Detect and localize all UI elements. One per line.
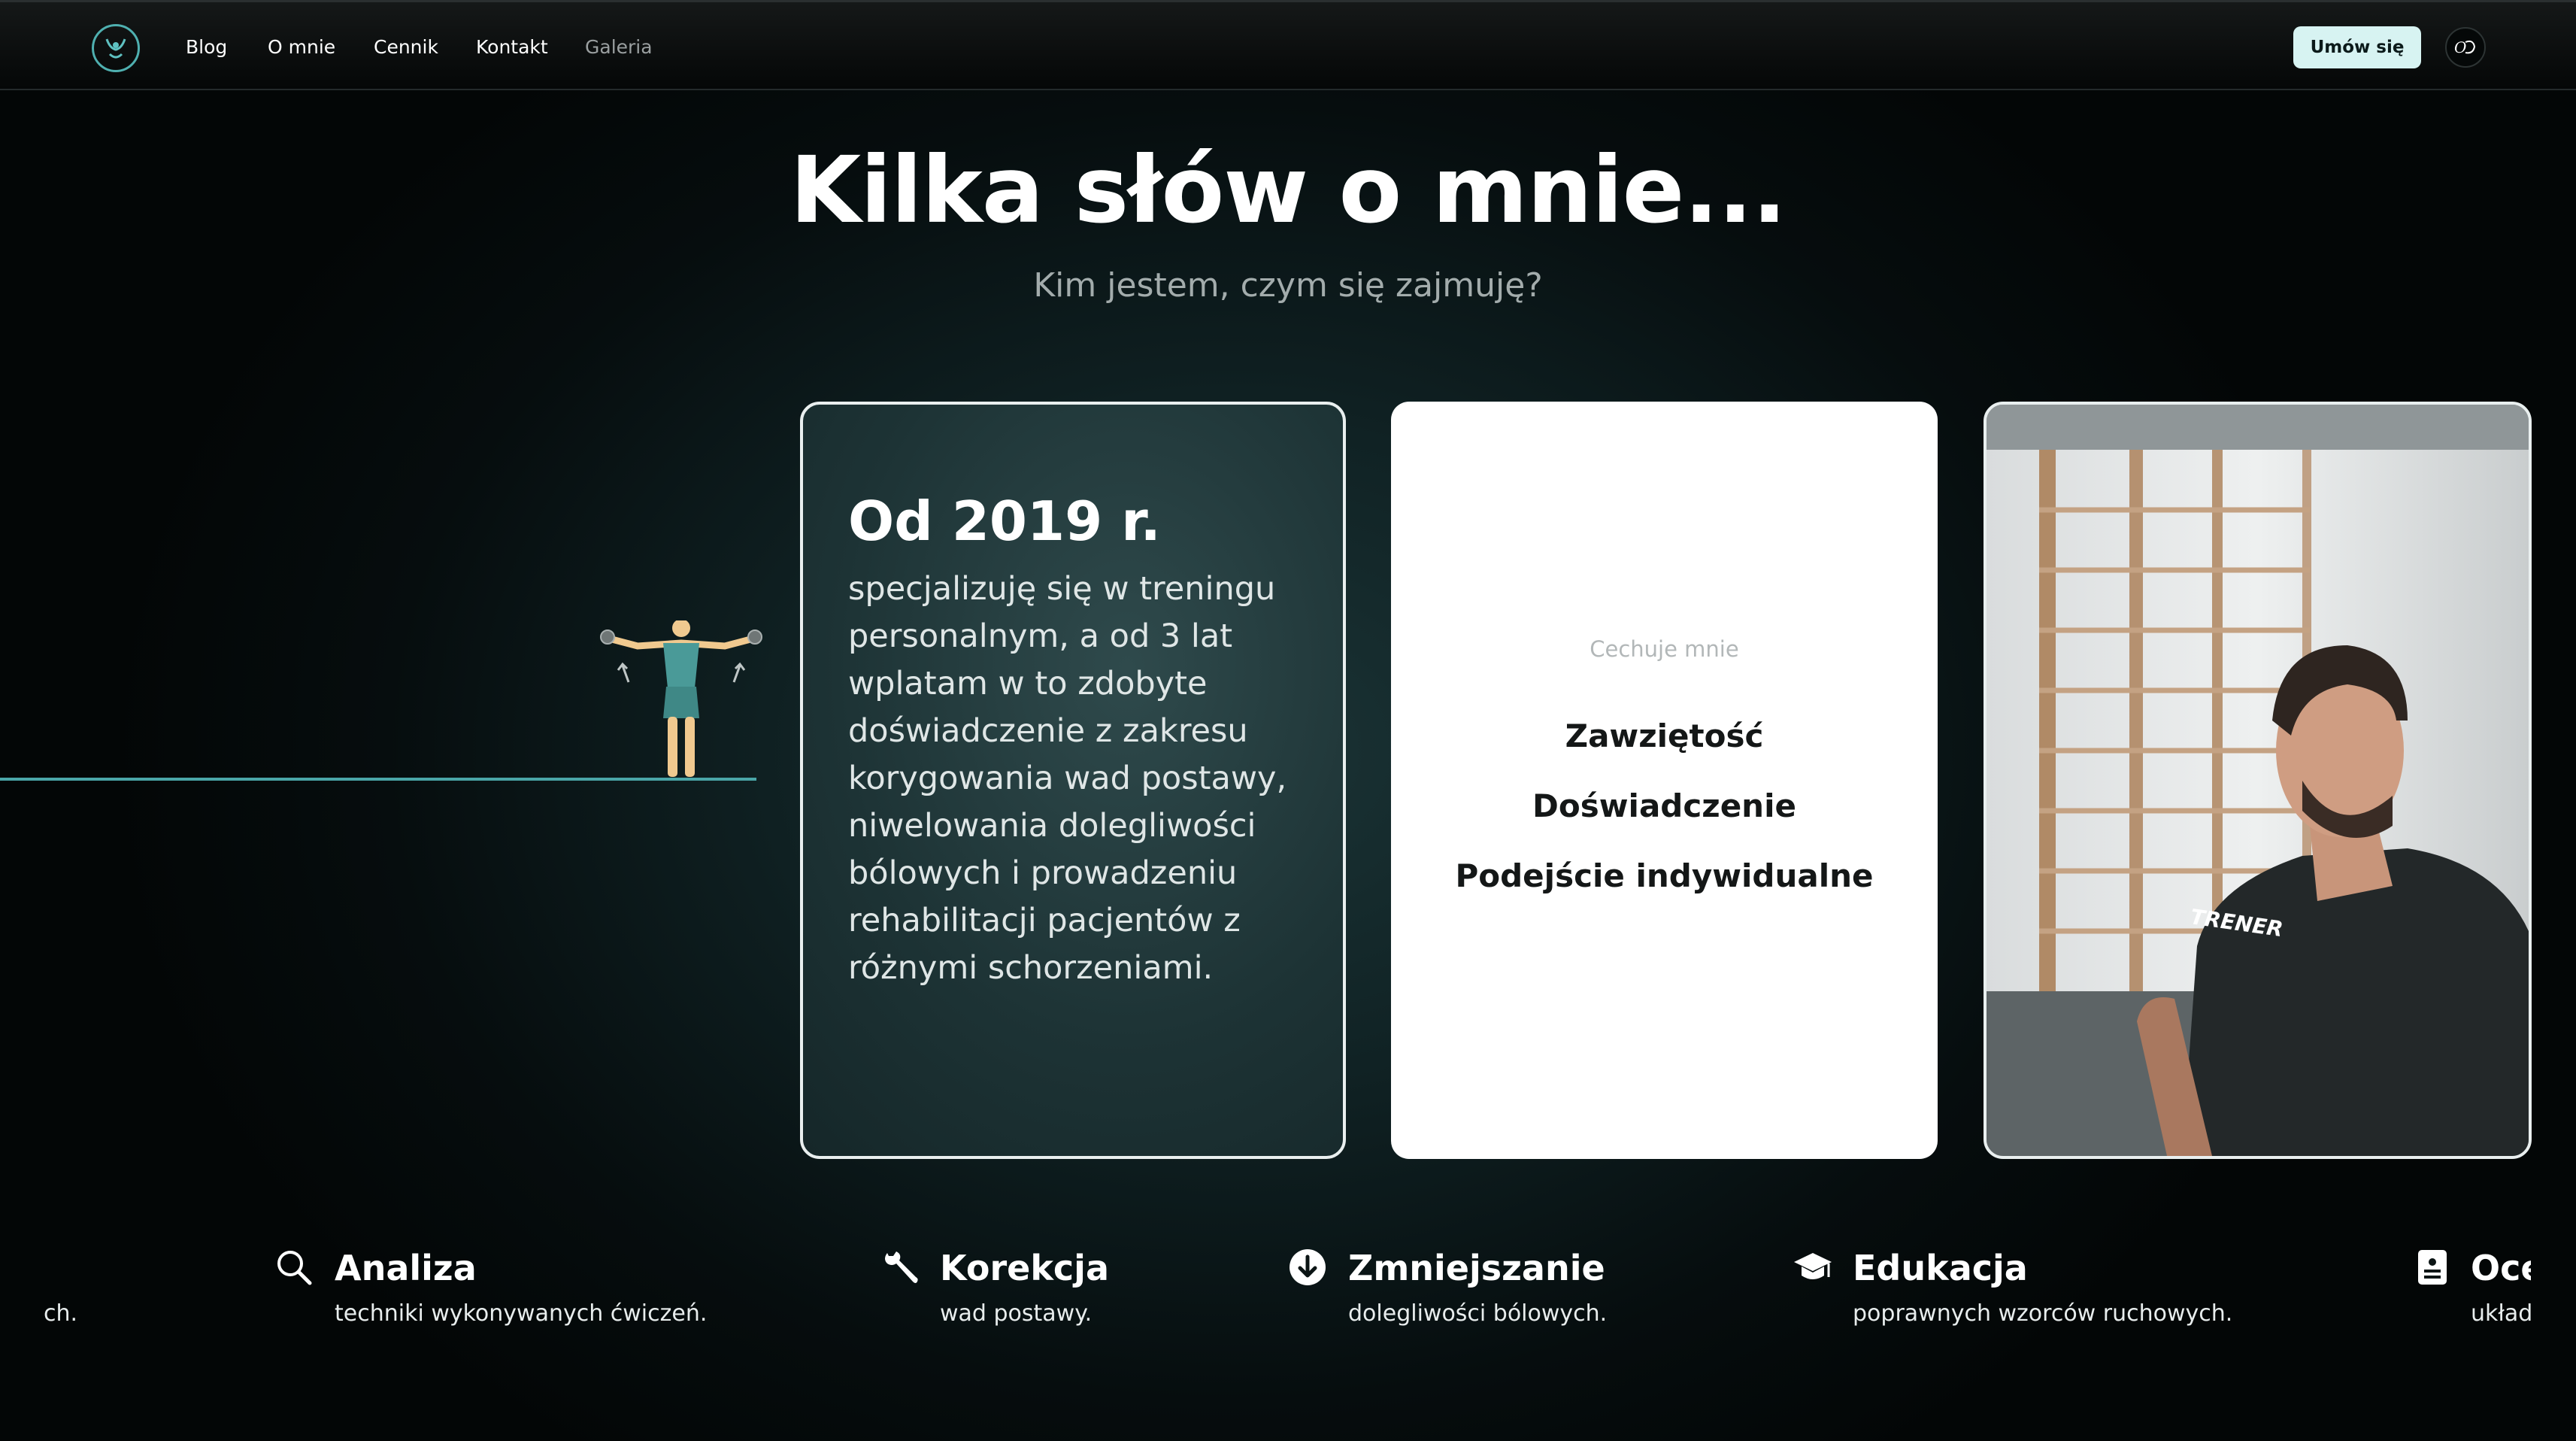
nav-link-blog[interactable]: Blog <box>186 32 227 62</box>
feature-fragment-right: Oce układ <box>2471 1233 2531 1339</box>
nav-link-cennik[interactable]: Cennik <box>374 32 438 62</box>
nav-link-kontakt[interactable]: Kontakt <box>476 32 548 62</box>
top-nav: Blog O mnie Cennik Kontakt Galeria Umów … <box>0 0 2576 90</box>
about-card-text: specjalizuję się w treningu personalnym,… <box>848 570 1287 987</box>
page-subtitle: Kim jestem, czym się zajmuję? <box>1033 266 1543 305</box>
book-appointment-button[interactable]: Umów się <box>2293 26 2421 68</box>
arrow-down-circle-icon <box>1290 1249 1326 1285</box>
exercising-figure-illustration <box>600 620 762 777</box>
nav-link-o-mnie[interactable]: O mnie <box>268 32 335 62</box>
feature-title: Korekcja <box>940 1248 1109 1288</box>
trainer-photo: TRENER <box>1984 402 2532 1159</box>
feature-title: Edukacja <box>1853 1248 2028 1288</box>
feature-desc: układ <box>2471 1300 2531 1327</box>
feature-desc: poprawnych wzorców ruchowych. <box>1853 1300 2233 1327</box>
feature-desc: wad postawy. <box>940 1300 1093 1327</box>
trait-item: Doświadczenie <box>1532 787 1796 824</box>
trait-item: Podejście indywidualne <box>1455 857 1874 894</box>
svg-text:O: O <box>2454 38 2466 56</box>
about-card-heading: Od 2019 r. <box>848 490 1161 553</box>
trait-item: Zawziętość <box>1565 717 1764 754</box>
traits-label: Cechuje mnie <box>1590 636 1739 662</box>
feature-desc: dolegliwości bólowych. <box>1348 1300 1608 1327</box>
logo-icon[interactable] <box>92 24 140 72</box>
document-icon <box>2418 1250 2447 1285</box>
feature-fragment-left: ch. <box>44 1300 78 1327</box>
feature-desc: techniki wykonywanych ćwiczeń. <box>335 1300 708 1327</box>
page: Blog O mnie Cennik Kontakt Galeria Umów … <box>0 0 2576 1441</box>
search-icon <box>277 1251 312 1285</box>
trainer-photo-image: TRENER <box>1987 405 2529 1156</box>
page-title: Kilka słów o mnie... <box>789 137 1787 244</box>
about-card: Od 2019 r. specjalizuję się w treningu p… <box>800 402 1346 1159</box>
feature-title: Analiza <box>335 1248 477 1288</box>
language-switch-icon[interactable]: O <box>2445 27 2486 68</box>
nav-link-galeria[interactable]: Galeria <box>585 32 653 62</box>
traits-card: Cechuje mnie Zawziętość Doświadczenie Po… <box>1391 402 1938 1159</box>
wrench-icon <box>885 1251 918 1283</box>
feature-title: Zmniejszanie <box>1348 1248 1605 1288</box>
graduation-cap-icon <box>1794 1253 1832 1279</box>
feature-title: Oce <box>2471 1248 2531 1288</box>
